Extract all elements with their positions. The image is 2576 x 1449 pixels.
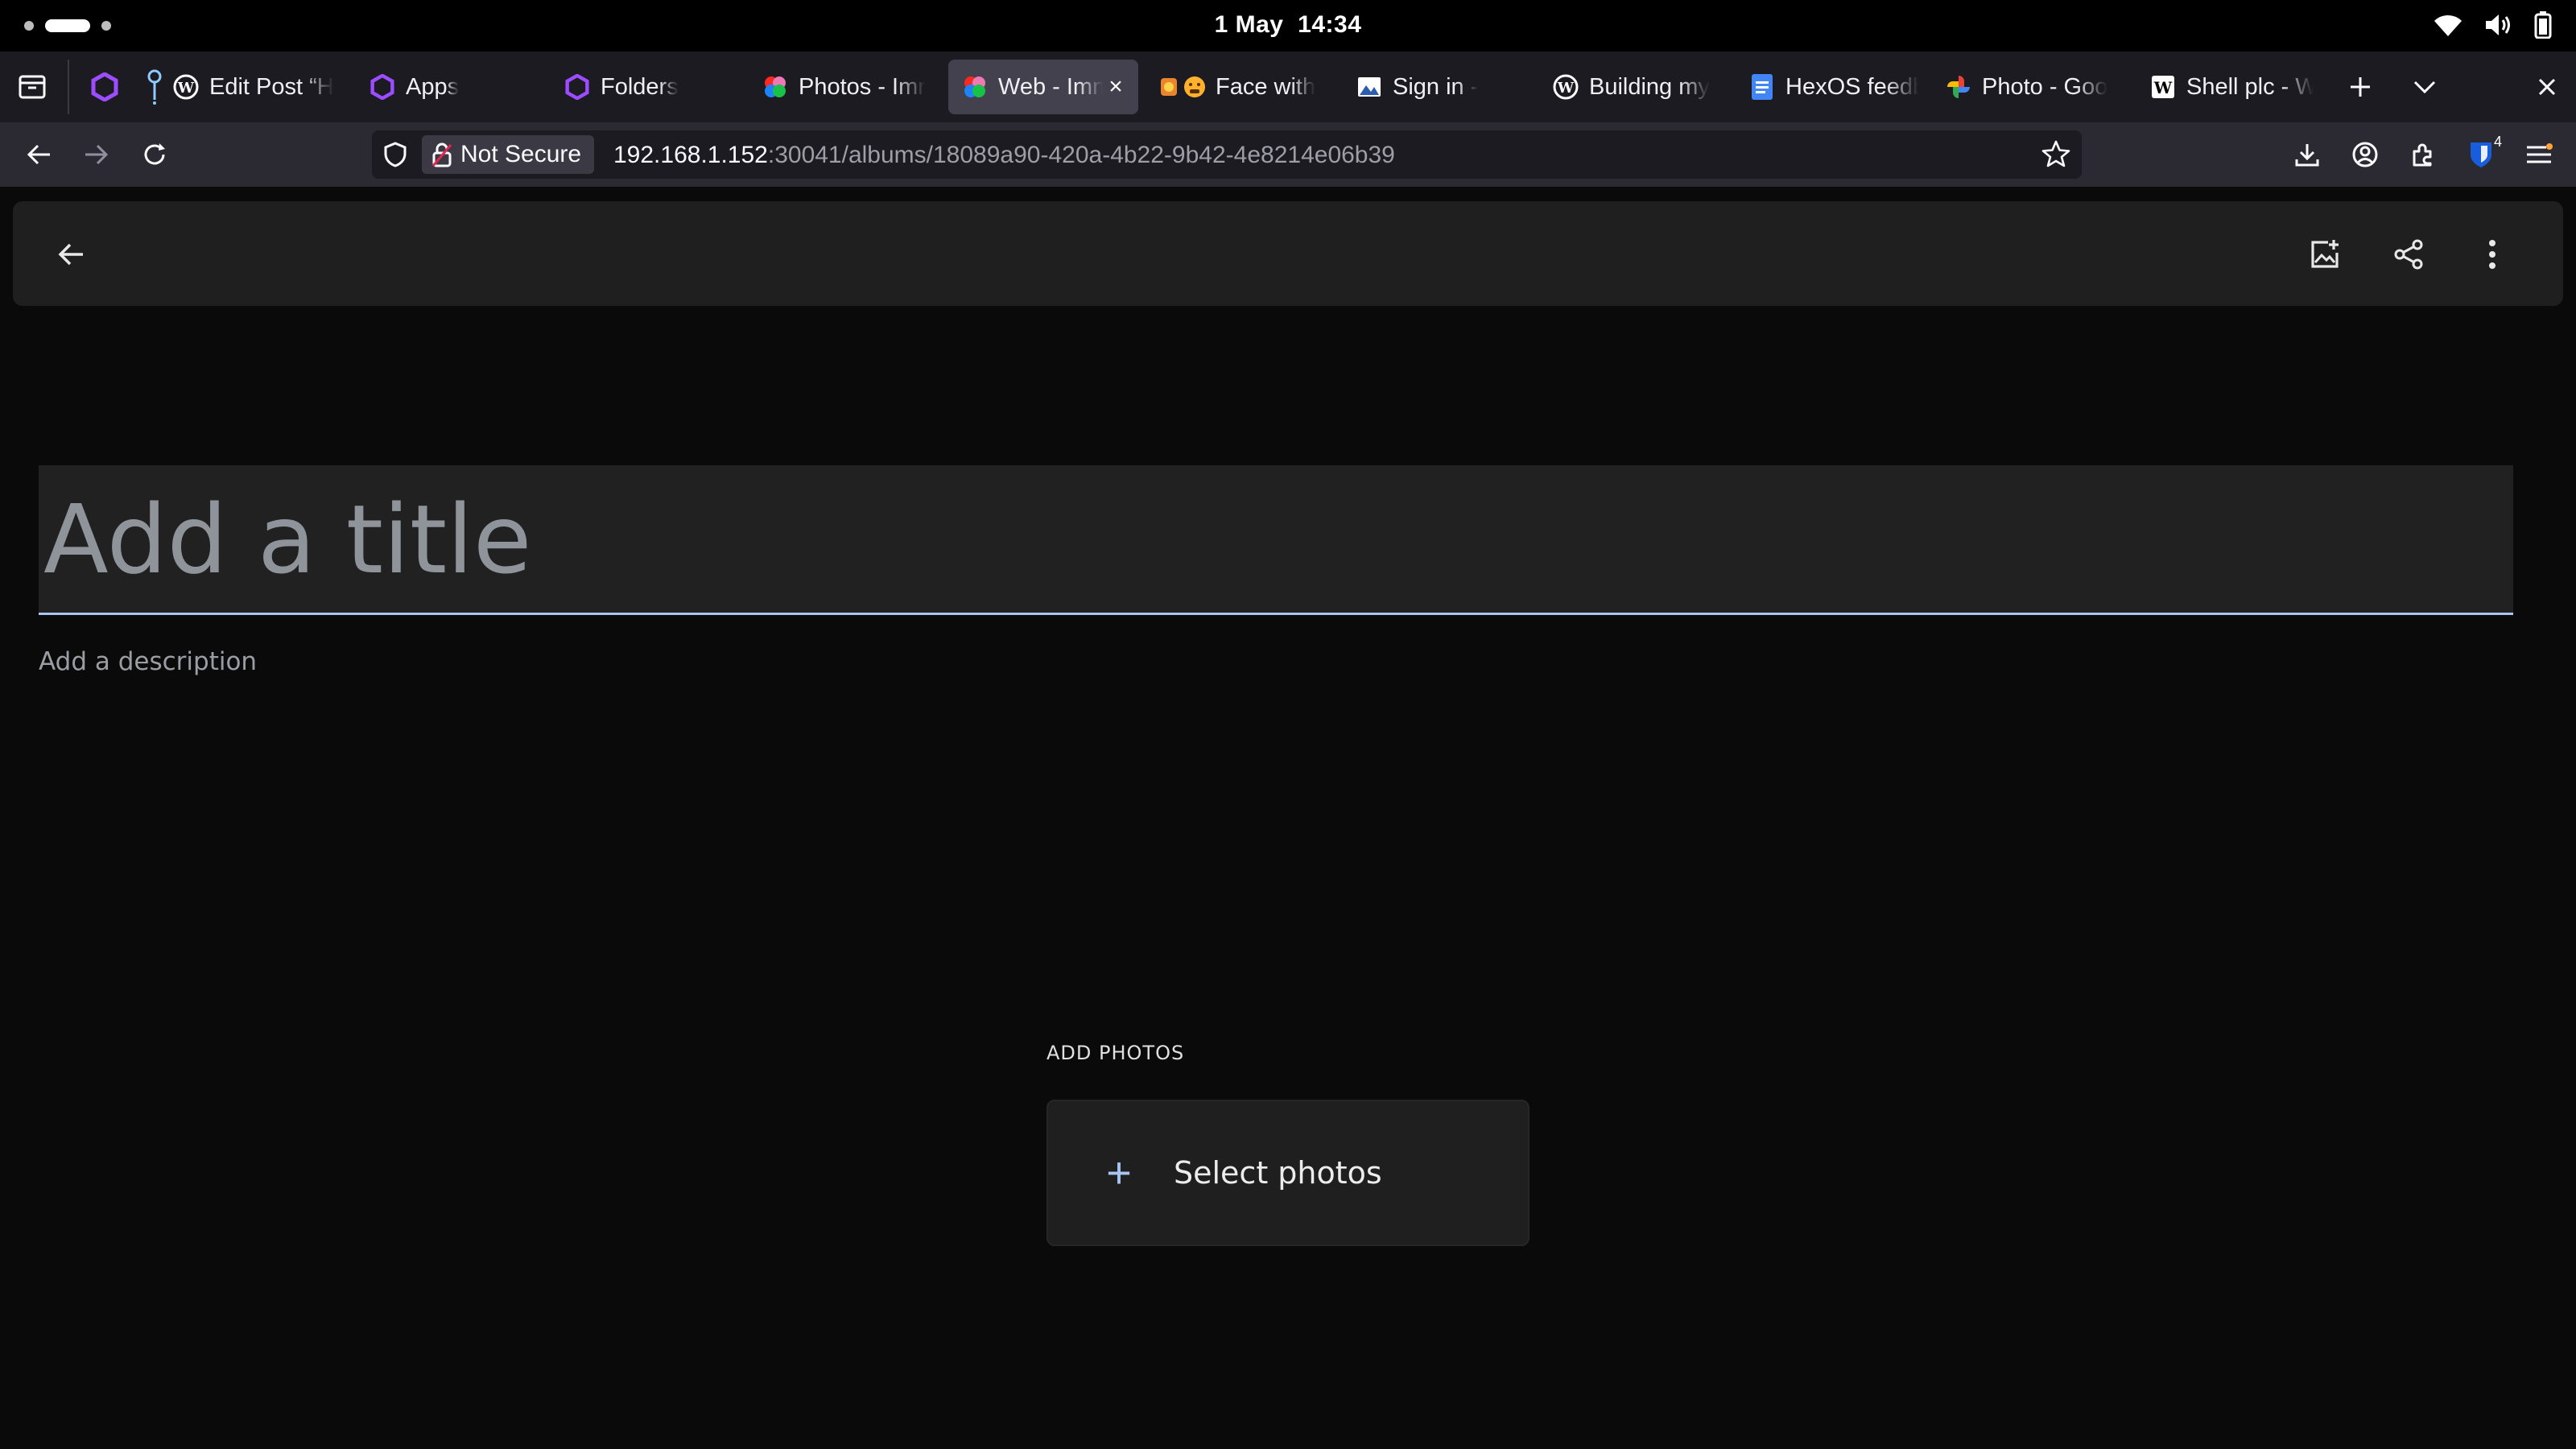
tab-title: Sign in - bbox=[1393, 73, 1479, 100]
volume-icon[interactable] bbox=[2484, 12, 2513, 38]
pinned-tab-hexos[interactable] bbox=[84, 66, 126, 108]
tab-title: Web - Imm bbox=[998, 73, 1103, 100]
docs-icon bbox=[1748, 73, 1776, 101]
system-date: 1 May bbox=[1214, 11, 1284, 38]
reload-icon[interactable] bbox=[135, 135, 174, 174]
wifi-icon[interactable] bbox=[2433, 12, 2463, 38]
tab-face-with[interactable]: Face with bbox=[1146, 60, 1327, 114]
add-photos-icon[interactable] bbox=[2302, 232, 2347, 277]
system-clock[interactable]: 1 May 14:34 bbox=[0, 11, 2576, 39]
tab-google-photos[interactable]: Photo - Goo bbox=[1932, 60, 2116, 114]
svg-text:W: W bbox=[2153, 78, 2173, 97]
url-path: :30041/albums/18089a90-420a-4b22-9b42-4e… bbox=[767, 142, 1395, 168]
tab-strip-divider bbox=[68, 60, 69, 114]
more-options-vertical-dots-icon[interactable] bbox=[2470, 232, 2515, 277]
extensions-puzzle-icon[interactable] bbox=[2404, 135, 2442, 174]
tab-hexos-feedback[interactable]: HexOS feedb bbox=[1736, 60, 1919, 114]
hexos-icon bbox=[91, 72, 118, 101]
tab-sign-in[interactable]: Sign in - bbox=[1343, 60, 1528, 114]
close-window-icon[interactable] bbox=[2528, 68, 2566, 106]
plus-icon: + bbox=[1106, 1149, 1132, 1197]
emoji-icon bbox=[1159, 73, 1206, 101]
forward-arrow-icon[interactable] bbox=[77, 135, 116, 174]
tab-title: Folders bbox=[601, 73, 679, 100]
google-photos-icon bbox=[1945, 73, 1972, 101]
url-bar[interactable]: Not Secure 192.168.1.152:30041/albums/18… bbox=[372, 130, 2082, 179]
select-photos-label: Select photos bbox=[1174, 1155, 1382, 1191]
tab-title: Photo - Goo bbox=[1982, 73, 2108, 100]
battery-icon[interactable] bbox=[2534, 11, 2552, 39]
wordpress-icon: W bbox=[1552, 73, 1579, 101]
tab-web-immich-active[interactable]: Web - Imm × bbox=[948, 60, 1138, 114]
account-icon[interactable] bbox=[2346, 135, 2384, 174]
browser-nav-bar: Not Secure 192.168.1.152:30041/albums/18… bbox=[0, 122, 2576, 187]
wikipedia-icon: W bbox=[2149, 73, 2177, 101]
new-tab-plus-icon[interactable] bbox=[2341, 68, 2380, 106]
select-photos-button[interactable]: + Select photos bbox=[1046, 1100, 1530, 1246]
tab-title: HexOS feedb bbox=[1785, 73, 1919, 100]
tab-photos-immich[interactable]: Photos - Imm bbox=[749, 60, 926, 114]
share-icon[interactable] bbox=[2386, 232, 2431, 277]
tab-shell-plc[interactable]: W Shell plc - W bbox=[2136, 60, 2314, 114]
signin-icon bbox=[1356, 73, 1383, 101]
tab-apps[interactable]: Apps bbox=[356, 60, 533, 114]
immich-icon bbox=[762, 73, 789, 101]
not-secure-label: Not Secure bbox=[460, 141, 582, 167]
tab-title: Edit Post “H bbox=[209, 73, 334, 100]
back-arrow-icon[interactable] bbox=[19, 135, 58, 174]
url-text[interactable]: 192.168.1.152:30041/albums/18089a90-420a… bbox=[613, 142, 1395, 169]
extension-badge-count: 4 bbox=[2493, 134, 2502, 150]
wordpress-icon: W bbox=[172, 73, 200, 101]
svg-text:W: W bbox=[177, 80, 195, 97]
back-arrow-icon[interactable] bbox=[48, 232, 93, 277]
album-title-input[interactable] bbox=[39, 465, 2513, 615]
tab-folders[interactable]: Folders bbox=[551, 60, 728, 114]
tab-building-my[interactable]: W Building my bbox=[1539, 60, 1723, 114]
album-header-bar bbox=[13, 201, 2563, 306]
tab-title: Building my bbox=[1589, 73, 1710, 100]
list-all-tabs-chevron-down-icon[interactable] bbox=[2405, 68, 2444, 106]
svg-text:W: W bbox=[1557, 80, 1575, 97]
url-host: 192.168.1.152 bbox=[613, 142, 768, 168]
album-description-input[interactable] bbox=[39, 641, 2513, 683]
browser-tab-strip: W Edit Post “H Apps Folders Photos - Imm… bbox=[0, 52, 2576, 122]
system-time: 14:34 bbox=[1298, 11, 1362, 38]
app-menu-hamburger-icon[interactable] bbox=[2520, 135, 2558, 174]
close-tab-icon[interactable]: × bbox=[1103, 74, 1129, 100]
bookmark-star-icon[interactable] bbox=[2041, 140, 2070, 171]
downloads-icon[interactable] bbox=[2288, 135, 2326, 174]
system-tray[interactable] bbox=[2433, 11, 2552, 39]
tab-title: Photos - Imm bbox=[799, 73, 926, 100]
system-top-bar: 1 May 14:34 bbox=[0, 0, 2576, 52]
tab-title: Apps bbox=[406, 73, 460, 100]
album-header-actions bbox=[2302, 232, 2515, 277]
hexos-icon bbox=[564, 73, 591, 101]
hexos-icon bbox=[369, 73, 396, 101]
tab-edit-post[interactable]: W Edit Post “H bbox=[159, 60, 338, 114]
tab-title: Shell plc - W bbox=[2186, 73, 2314, 100]
tab-title: Face with bbox=[1216, 73, 1316, 100]
immich-icon bbox=[961, 73, 989, 101]
firefox-view-icon[interactable] bbox=[14, 69, 50, 105]
add-photos-heading: ADD PHOTOS bbox=[1046, 1042, 1185, 1064]
toolbar-right: 4 bbox=[2288, 134, 2558, 174]
broken-lock-icon bbox=[431, 142, 452, 167]
connection-not-secure-badge[interactable]: Not Secure bbox=[422, 135, 595, 174]
bitwarden-extension-icon[interactable]: 4 bbox=[2462, 134, 2502, 174]
tracking-protection-shield-icon[interactable] bbox=[383, 142, 407, 171]
